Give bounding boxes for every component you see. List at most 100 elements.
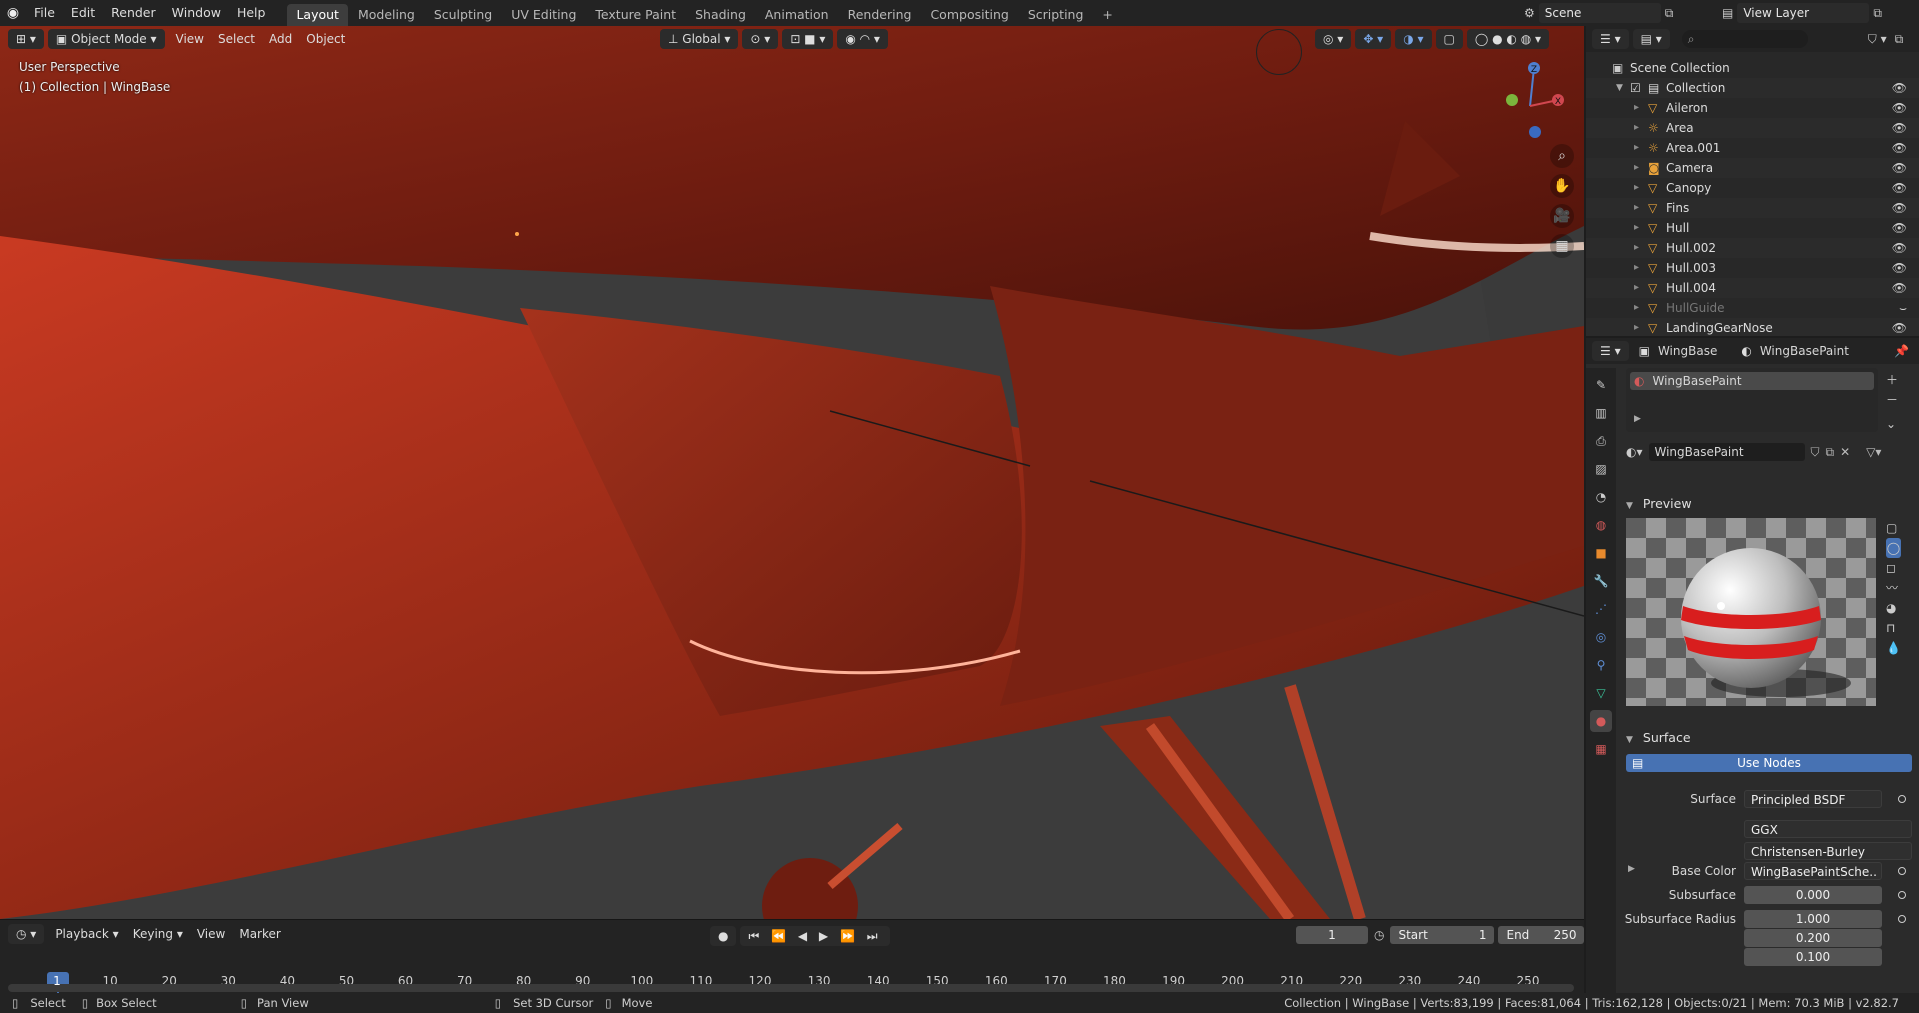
expand-icon[interactable]: ▸	[1634, 178, 1639, 198]
tab-uv-editing[interactable]: UV Editing	[502, 4, 585, 26]
subsurface-field[interactable]: 0.000	[1744, 886, 1882, 904]
xray-icon[interactable]: ▢	[1435, 29, 1463, 49]
timeline-menu-keying[interactable]: Keying ▾	[126, 924, 190, 944]
view-layer-tab-icon[interactable]: ▨	[1590, 458, 1612, 480]
visibility-icon[interactable]: ◎ ▾	[1315, 29, 1352, 49]
outliner-item[interactable]: ▸ ▽ Fins 👁	[1586, 198, 1919, 218]
outliner-item[interactable]: ▸ ▽ HullGuide ⌣	[1586, 298, 1919, 318]
fake-user-icon[interactable]: ⛉	[1811, 445, 1820, 460]
expand-icon[interactable]: ▸	[1634, 238, 1639, 258]
outliner-search-field[interactable]: ⌕	[1681, 30, 1808, 48]
new-view-layer-icon[interactable]: ⧉	[1873, 6, 1882, 21]
snap-icon[interactable]: ⊡ ■ ▾	[782, 29, 834, 49]
eye-icon[interactable]: 👁	[1892, 238, 1907, 258]
add-slot-icon[interactable]: ＋	[1886, 370, 1898, 390]
distribution-dropdown[interactable]: GGX	[1744, 820, 1912, 838]
eye-icon[interactable]: 👁	[1892, 158, 1907, 178]
duplicate-material-icon[interactable]: ⧉	[1826, 445, 1835, 460]
record-icon[interactable]: ●	[710, 926, 737, 946]
tab-rendering[interactable]: Rendering	[839, 4, 921, 26]
blender-logo-icon[interactable]: ◉	[0, 5, 26, 21]
object-tab-icon[interactable]: ■	[1590, 542, 1612, 564]
menu-window[interactable]: Window	[164, 0, 229, 26]
outliner-filter-icon[interactable]: ⛉ ▾	[1868, 32, 1887, 47]
subsurface-socket-icon[interactable]	[1898, 891, 1906, 899]
preview-panel-header[interactable]: ▼ Preview	[1616, 492, 1919, 516]
tab-scripting[interactable]: Scripting	[1019, 4, 1093, 26]
timeline-scrollbar[interactable]	[8, 984, 1574, 992]
proportional-edit-icon[interactable]: ◉ ◠ ▾	[837, 29, 888, 49]
modifiers-tab-icon[interactable]: 🔧	[1590, 570, 1612, 592]
menu-select[interactable]: Select	[211, 29, 262, 49]
outliner-item[interactable]: ▸ ▽ Hull.003 👁	[1586, 258, 1919, 278]
end-frame-field[interactable]: End 250	[1498, 926, 1585, 944]
material-slot-list[interactable]: ◐ WingBasePaint ▶	[1626, 368, 1878, 432]
editor-type-icon[interactable]: ⊞ ▾	[8, 29, 44, 49]
outliner-item[interactable]: ▸ ▽ LandingGearNose 👁	[1586, 318, 1919, 336]
expand-icon[interactable]: ▸	[1634, 138, 1639, 158]
start-frame-field[interactable]: Start 1	[1390, 926, 1495, 944]
data-tab-icon[interactable]: ▽	[1590, 682, 1612, 704]
tab-compositing[interactable]: Compositing	[921, 4, 1017, 26]
use-nodes-button[interactable]: ▤ Use Nodes	[1626, 754, 1912, 772]
expand-icon[interactable]: ▸	[1634, 158, 1639, 178]
material-browse-icon[interactable]: ◐▾	[1626, 445, 1643, 459]
tool-tab-icon[interactable]: ✎	[1590, 374, 1612, 396]
outliner-editor-icon[interactable]: ☰ ▾	[1592, 29, 1629, 49]
material-slot-item[interactable]: ◐ WingBasePaint	[1630, 372, 1874, 390]
3d-viewport[interactable]: ⊞ ▾ ▣ Object Mode ▾ View Select Add Obje…	[0, 26, 1584, 919]
slot-expand-icon[interactable]: ▶	[1634, 414, 1641, 424]
navigation-gizmo[interactable]: Z X	[1490, 56, 1570, 156]
collection-expand-icon[interactable]: ▼	[1616, 78, 1623, 98]
collection-eye-icon[interactable]: 👁	[1892, 78, 1907, 98]
outliner-item[interactable]: ▸ ▽ Aileron 👁	[1586, 98, 1919, 118]
particles-tab-icon[interactable]: ⋰	[1590, 598, 1612, 620]
gizmo-toggle-icon[interactable]: ✥ ▾	[1355, 29, 1392, 49]
outliner-item[interactable]: ▸ ▽ Hull.002 👁	[1586, 238, 1919, 258]
eye-icon[interactable]: 👁	[1892, 318, 1907, 336]
outliner-scene-collection[interactable]: ▣ Scene Collection	[1586, 58, 1919, 78]
overlays-icon[interactable]: ◑ ▾	[1395, 29, 1432, 49]
timeline-ruler[interactable]: 1 10 20 30 40 50 60 70 80 90 100 110 120 130 140 150 160…	[0, 944, 1584, 1006]
tab-texture-paint[interactable]: Texture Paint	[586, 4, 685, 26]
timeline-editor-icon[interactable]: ◷ ▾	[8, 924, 45, 944]
material-name-field[interactable]: WingBasePaint	[1648, 443, 1805, 461]
timeline-menu-view[interactable]: View	[190, 924, 232, 944]
orientation-dropdown[interactable]: ⊥ Global ▾	[660, 29, 739, 49]
expand-icon[interactable]: ▸	[1634, 258, 1639, 278]
expand-icon[interactable]: ▸	[1634, 298, 1639, 318]
tab-shading[interactable]: Shading	[686, 4, 755, 26]
add-workspace-button[interactable]: +	[1093, 4, 1121, 26]
eye-icon[interactable]: 👁	[1892, 258, 1907, 278]
constraints-tab-icon[interactable]: ⚲	[1590, 654, 1612, 676]
current-frame-field[interactable]: 1	[1296, 926, 1368, 944]
eye-icon[interactable]: 👁	[1892, 198, 1907, 218]
view-layer-field[interactable]: View Layer	[1737, 3, 1870, 23]
tab-animation[interactable]: Animation	[756, 4, 838, 26]
menu-edit[interactable]: Edit	[63, 0, 103, 26]
output-tab-icon[interactable]: ⎙	[1590, 430, 1612, 452]
expand-icon[interactable]: ▸	[1634, 118, 1639, 138]
object-mode-dropdown[interactable]: ▣ Object Mode ▾	[47, 29, 165, 49]
surface-panel-header[interactable]: ▼ Surface	[1616, 726, 1919, 750]
subsurface-radius-x-field[interactable]: 1.000	[1744, 910, 1882, 928]
remove-slot-icon[interactable]: －	[1886, 390, 1898, 410]
pin-icon[interactable]: 📌	[1894, 344, 1909, 358]
timeline-menu-marker[interactable]: Marker	[232, 924, 287, 944]
collection-checkbox-icon[interactable]: ☑	[1630, 78, 1641, 98]
preview-flat-icon[interactable]: ▢	[1886, 518, 1901, 538]
outliner-item[interactable]: ▸ ▽ Hull 👁	[1586, 218, 1919, 238]
outliner-item[interactable]: ▸ ▽ Canopy 👁	[1586, 178, 1919, 198]
subsurface-radius-socket-icon[interactable]	[1898, 915, 1906, 923]
menu-file[interactable]: File	[26, 0, 63, 26]
texture-tab-icon[interactable]: ▦	[1590, 738, 1612, 760]
eye-icon[interactable]: 👁	[1892, 278, 1907, 298]
eye-icon[interactable]: 👁	[1892, 138, 1907, 158]
tab-layout[interactable]: Layout	[287, 4, 348, 26]
eye-icon[interactable]: 👁	[1892, 98, 1907, 118]
subsurface-method-dropdown[interactable]: Christensen-Burley	[1744, 842, 1912, 860]
menu-help[interactable]: Help	[229, 0, 274, 26]
timeline-menu-playback[interactable]: Playback ▾	[48, 924, 125, 944]
eye-icon[interactable]: 👁	[1892, 118, 1907, 138]
base-color-field[interactable]: WingBasePaintSche..	[1744, 862, 1882, 880]
